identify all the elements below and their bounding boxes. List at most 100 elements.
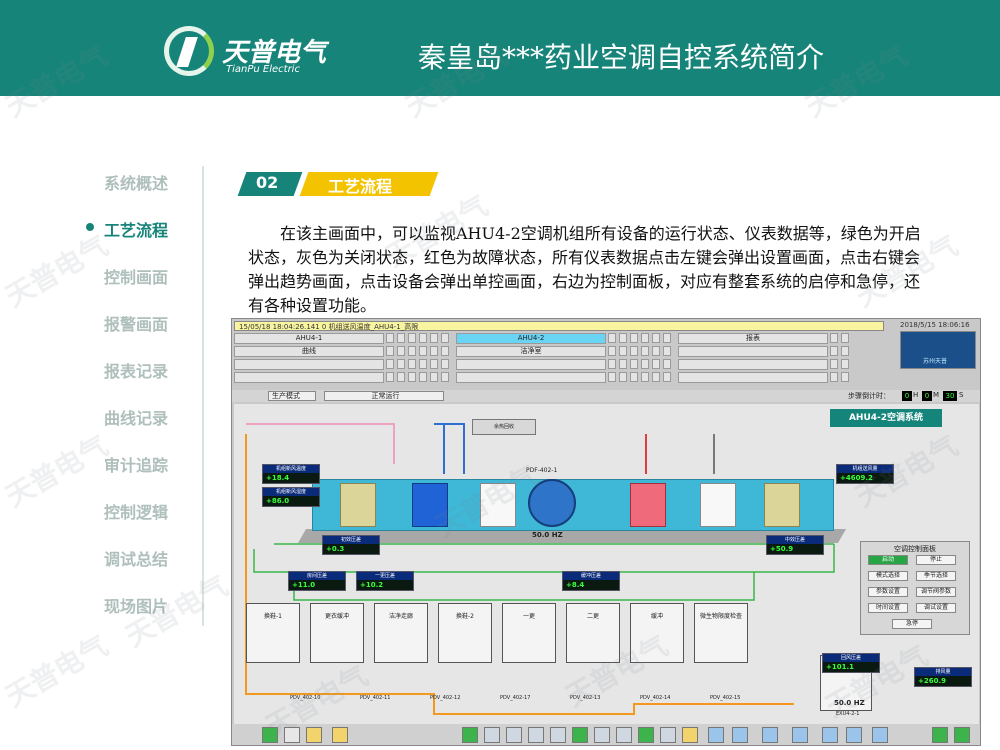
- scada-nav-small-button[interactable]: [419, 346, 427, 356]
- scada-nav-small-button[interactable]: [830, 359, 838, 369]
- scada-nav-small-button[interactable]: [619, 372, 627, 382]
- sidebar-item-6[interactable]: 曲线记录: [104, 405, 168, 429]
- scada-nav-small-button[interactable]: [430, 333, 438, 343]
- toolbar-button[interactable]: [932, 727, 948, 743]
- instrument-box[interactable]: 初效压差 +0.3: [322, 535, 380, 555]
- scada-nav-small-button[interactable]: [441, 333, 449, 343]
- toolbar-button[interactable]: [762, 727, 778, 743]
- scada-nav-small-button[interactable]: [397, 372, 405, 382]
- control-button[interactable]: 启动: [868, 555, 908, 565]
- sidebar-item-9[interactable]: 调试总结: [104, 546, 168, 570]
- scada-nav-small-button[interactable]: [641, 359, 649, 369]
- instrument-box[interactable]: 房间压差 +11.0: [288, 571, 346, 591]
- scada-nav-small-button[interactable]: [630, 359, 638, 369]
- scada-nav-small-button[interactable]: [419, 333, 427, 343]
- scada-nav-ahu4-2[interactable]: AHU4-2: [456, 333, 606, 344]
- scada-nav-small-button[interactable]: [386, 346, 394, 356]
- toolbar-button[interactable]: [594, 727, 610, 743]
- scada-nav-ahu4-1[interactable]: AHU4-1: [234, 333, 384, 344]
- scada-nav-small-button[interactable]: [841, 333, 849, 343]
- instrument-box[interactable]: 缓冲压差 +8.4: [562, 571, 620, 591]
- scada-nav-blank-2[interactable]: [456, 359, 606, 370]
- scada-nav-small-button[interactable]: [841, 346, 849, 356]
- instrument-box[interactable]: 机组新风湿度 +86.0: [262, 487, 320, 507]
- instrument-box[interactable]: 一更压差 +10.2: [356, 571, 414, 591]
- scada-nav-small-button[interactable]: [619, 333, 627, 343]
- scada-nav-empty[interactable]: [678, 346, 828, 357]
- sidebar-item-8[interactable]: 控制逻辑: [104, 499, 168, 523]
- valve-label[interactable]: PDV_402-11: [360, 695, 390, 701]
- humidifier[interactable]: [700, 483, 736, 527]
- scada-nav-small-button[interactable]: [652, 372, 660, 382]
- scada-nav-small-button[interactable]: [441, 372, 449, 382]
- primary-filter[interactable]: [340, 483, 376, 527]
- scada-nav-small-button[interactable]: [397, 333, 405, 343]
- scada-nav-blank-3[interactable]: [678, 359, 828, 370]
- scada-nav-small-button[interactable]: [663, 333, 671, 343]
- toolbar-button[interactable]: [332, 727, 348, 743]
- scada-nav-small-button[interactable]: [608, 333, 616, 343]
- scada-nav-small-button[interactable]: [652, 359, 660, 369]
- toolbar-button[interactable]: [822, 727, 838, 743]
- scada-nav-small-button[interactable]: [663, 359, 671, 369]
- scada-nav-small-button[interactable]: [386, 333, 394, 343]
- control-button[interactable]: 急停: [892, 619, 932, 629]
- instrument-box[interactable]: 机组新风温度 +18.4: [262, 464, 320, 484]
- control-button[interactable]: 停止: [916, 555, 956, 565]
- toolbar-button[interactable]: [638, 727, 654, 743]
- instrument-box[interactable]: 中效压差 +50.9: [766, 535, 824, 555]
- mode-selector[interactable]: 生产模式: [268, 391, 316, 401]
- control-button[interactable]: 模式选择: [868, 571, 908, 581]
- toolbar-button[interactable]: [616, 727, 632, 743]
- scada-nav-small-button[interactable]: [830, 372, 838, 382]
- scada-nav-blank-6[interactable]: [678, 372, 828, 383]
- scada-nav-small-button[interactable]: [408, 333, 416, 343]
- scada-nav-small-button[interactable]: [663, 346, 671, 356]
- scada-nav-small-button[interactable]: [630, 372, 638, 382]
- scada-nav-small-button[interactable]: [830, 333, 838, 343]
- scada-nav-blank-5[interactable]: [456, 372, 606, 383]
- sidebar-item-1[interactable]: 系统概述: [104, 170, 168, 194]
- toolbar-button[interactable]: [846, 727, 862, 743]
- toolbar-button[interactable]: [954, 727, 970, 743]
- toolbar-button[interactable]: [506, 727, 522, 743]
- toolbar-button[interactable]: [306, 727, 322, 743]
- scada-nav-small-button[interactable]: [397, 359, 405, 369]
- sidebar-item-3[interactable]: 控制画面: [104, 264, 168, 288]
- toolbar-button[interactable]: [682, 727, 698, 743]
- scada-nav-small-button[interactable]: [841, 359, 849, 369]
- toolbar-button[interactable]: [708, 727, 724, 743]
- alarm-line[interactable]: 15/05/18 18:04:26.141 0 机组送风温度_AHU4-1_高限: [234, 321, 884, 331]
- scada-nav-small-button[interactable]: [841, 372, 849, 382]
- sidebar-item-5[interactable]: 报表记录: [104, 358, 168, 382]
- valve-label[interactable]: PDV_402-15: [710, 695, 740, 701]
- scada-nav-small-button[interactable]: [630, 333, 638, 343]
- scada-nav-small-button[interactable]: [652, 333, 660, 343]
- sidebar-item-7[interactable]: 审计追踪: [104, 452, 168, 476]
- toolbar-button[interactable]: [462, 727, 478, 743]
- scada-nav-small-button[interactable]: [441, 346, 449, 356]
- control-button[interactable]: 季节选择: [916, 571, 956, 581]
- scada-nav-small-button[interactable]: [408, 359, 416, 369]
- sidebar-item-4[interactable]: 报警画面: [104, 311, 168, 335]
- scada-nav-small-button[interactable]: [430, 372, 438, 382]
- scada-nav-small-button[interactable]: [441, 359, 449, 369]
- scada-nav-small-button[interactable]: [397, 346, 405, 356]
- scada-nav-small-button[interactable]: [419, 372, 427, 382]
- valve-label[interactable]: PDV_402-14: [640, 695, 670, 701]
- scada-nav-small-button[interactable]: [408, 372, 416, 382]
- toolbar-button[interactable]: [550, 727, 566, 743]
- scada-nav-small-button[interactable]: [830, 346, 838, 356]
- toolbar-button[interactable]: [792, 727, 808, 743]
- scada-nav-small-button[interactable]: [386, 372, 394, 382]
- scada-nav-blank-1[interactable]: [234, 359, 384, 370]
- toolbar-button[interactable]: [484, 727, 500, 743]
- scada-nav-small-button[interactable]: [641, 372, 649, 382]
- toolbar-button[interactable]: [732, 727, 748, 743]
- control-button[interactable]: 时间设置: [868, 603, 908, 613]
- scada-nav-small-button[interactable]: [386, 359, 394, 369]
- scada-nav-small-button[interactable]: [430, 359, 438, 369]
- scada-nav-small-button[interactable]: [641, 346, 649, 356]
- control-button[interactable]: 参数设置: [868, 587, 908, 597]
- recovery-unit[interactable]: 余热回收: [472, 419, 536, 435]
